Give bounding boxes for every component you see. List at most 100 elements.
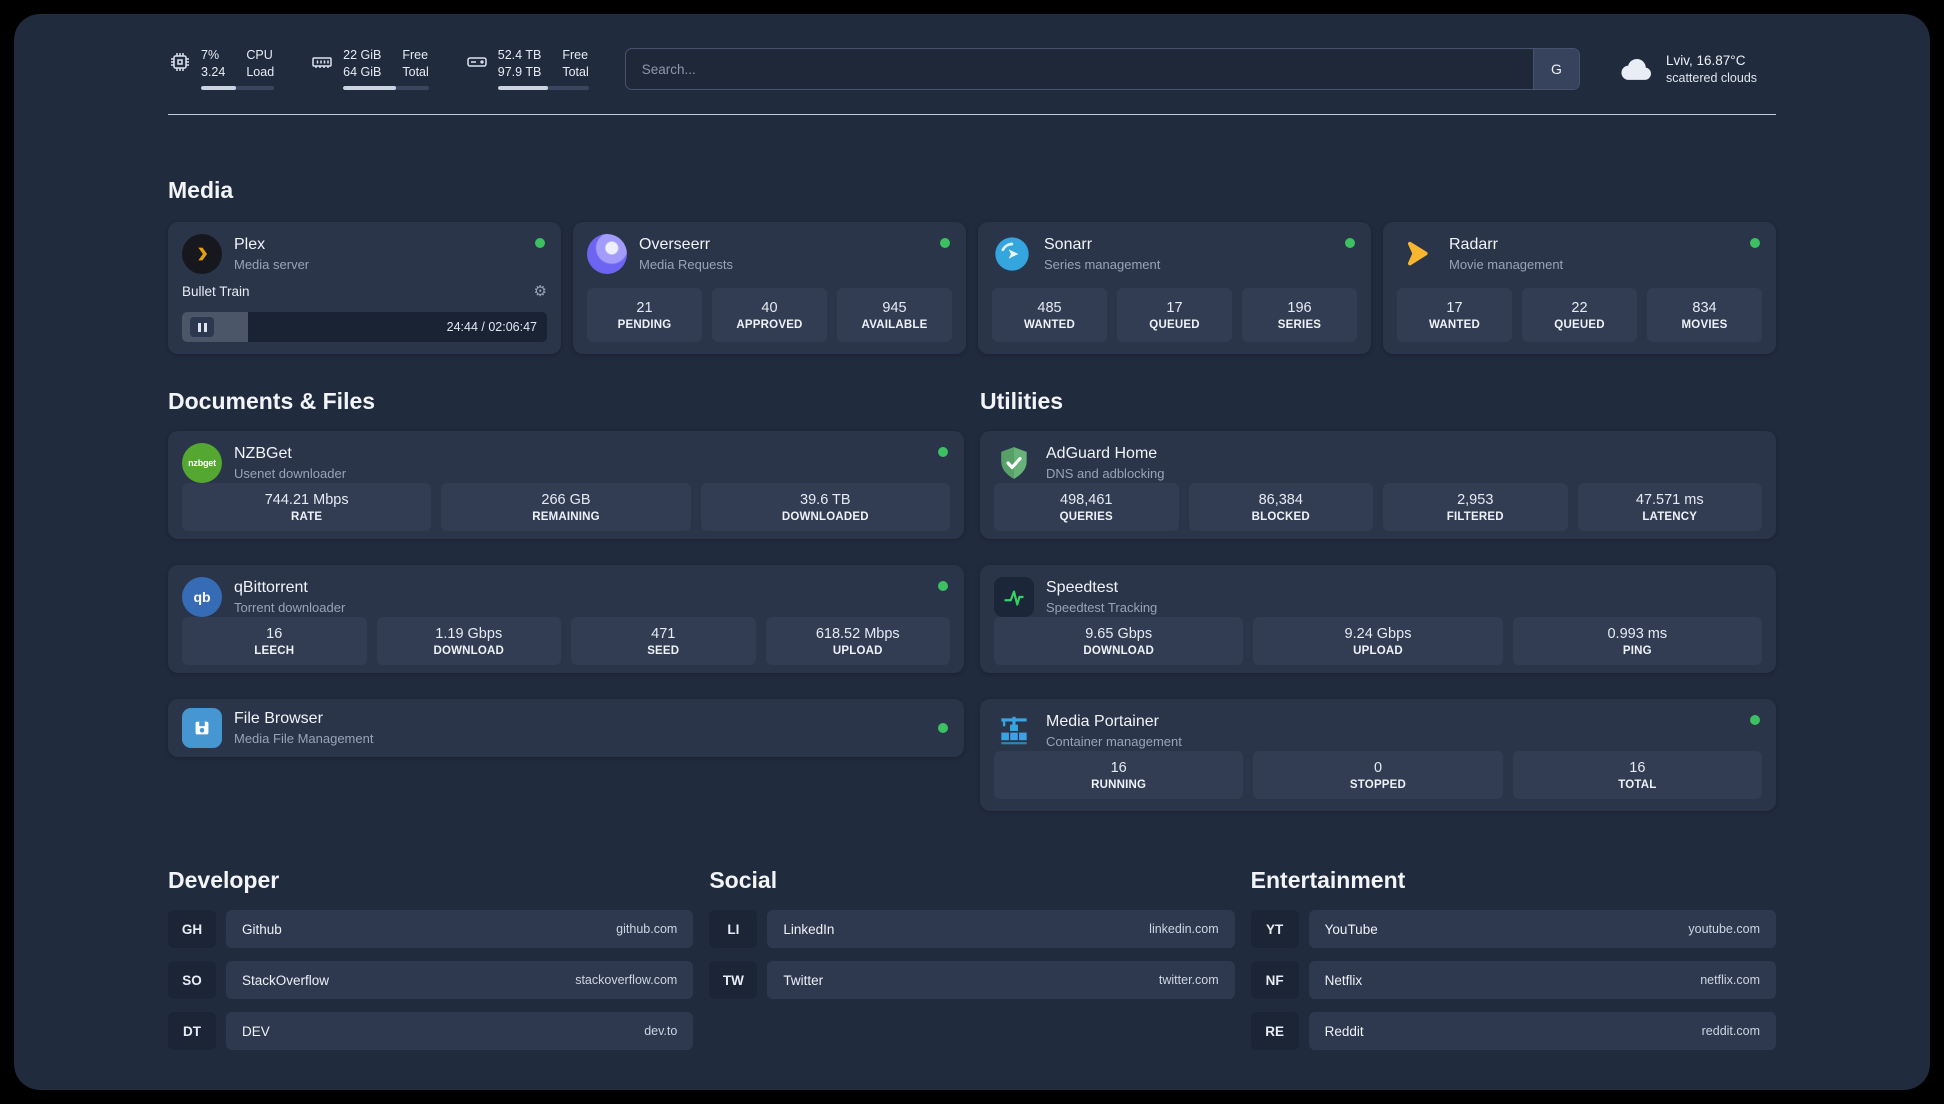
search-engine-button[interactable]: G (1533, 49, 1579, 89)
stat-value: 471 (651, 626, 676, 642)
app-title: AdGuard Home (1046, 445, 1158, 462)
filebrowser-icon (182, 708, 222, 748)
stat-label: SERIES (1277, 319, 1322, 331)
stat-value: 22 (1571, 300, 1588, 316)
stat-tile: 86,384 BLOCKED (1188, 483, 1373, 531)
portainer-card[interactable]: Media Portainer Container management 16 R… (980, 699, 1776, 811)
disk-usage-bar (497, 86, 589, 90)
app-title: Plex (234, 236, 266, 253)
stat-value: 40 (761, 300, 778, 316)
stat-value: 498,461 (1060, 492, 1113, 508)
stat-tile: 9.24 Gbps UPLOAD (1253, 617, 1503, 665)
app-subtitle: Media File Management (234, 731, 374, 746)
settings-gear-icon[interactable]: ⚙ (534, 284, 547, 299)
app-title: NZBGet (234, 445, 292, 462)
stat-label: STOPPED (1349, 779, 1407, 791)
app-title: Sonarr (1044, 236, 1093, 253)
nzbget-icon-text: nzbget (188, 458, 216, 468)
app-title: File Browser (234, 710, 323, 727)
nzbget-icon: nzbget (182, 443, 222, 483)
weather-condition: scattered clouds (1666, 71, 1758, 85)
stat-tile: 39.6 TB DOWNLOADED (700, 483, 950, 531)
stat-tile: 47.571 ms LATENCY (1577, 483, 1762, 531)
filebrowser-card[interactable]: File Browser Media File Management (168, 699, 964, 757)
stat-label: WANTED (1023, 319, 1076, 331)
disk-free-label: Free (562, 48, 589, 62)
weather-location: Lviv, 16.87°C (1666, 53, 1746, 68)
section-utilities: Utilities AdGuard Home DNS and adblockin… (980, 388, 1776, 811)
stat-label: QUEUED (1554, 319, 1605, 331)
overseerr-card[interactable]: Overseerr Media Requests 21 PENDING 40 APP… (573, 222, 966, 354)
search-input[interactable] (625, 49, 1533, 89)
overseerr-icon (587, 234, 627, 274)
stat-value: 266 GB (541, 492, 591, 508)
nzbget-card[interactable]: nzbget NZBGet Usenet downloader 744.21 M… (168, 431, 964, 539)
speedtest-card[interactable]: Speedtest Speedtest Tracking 9.65 Gbps DO… (980, 565, 1776, 673)
stat-label: UPLOAD (1353, 645, 1403, 657)
bookmark-name: DEV (242, 1023, 270, 1039)
bookmark-name: Netflix (1324, 972, 1363, 988)
qbittorrent-icon-text: qb (193, 589, 211, 605)
bookmark-abbr: YT (1250, 910, 1299, 948)
stat-value: 16 (266, 626, 283, 642)
bookmark-url: netflix.com (1700, 973, 1760, 987)
bookmark-name: YouTube (1324, 921, 1378, 937)
stat-label: DOWNLOADED (781, 511, 869, 523)
cpu-label: CPU (246, 48, 273, 62)
stat-label: DOWNLOAD (1083, 645, 1154, 657)
bookmark-netflix[interactable]: NF Netflix netflix.com (1250, 961, 1776, 999)
stat-value: 16 (1110, 760, 1127, 776)
sonarr-card[interactable]: Sonarr Series management 485 WANTED 17 QUE… (978, 222, 1371, 354)
stat-value: 21 (636, 300, 653, 316)
disk-free-value: 52.4 TB (497, 48, 542, 62)
stat-tile: 22 QUEUED (1522, 288, 1637, 342)
stat-tile: 16 RUNNING (994, 751, 1244, 799)
status-indicator (940, 238, 950, 248)
ram-total-label: Total (402, 65, 429, 79)
bookmark-stackoverflow[interactable]: SO StackOverflow stackoverflow.com (168, 961, 694, 999)
stat-label: WANTED (1428, 319, 1481, 331)
radarr-icon (1397, 234, 1437, 274)
app-subtitle: Container management (1046, 734, 1182, 749)
stat-label: LEECH (254, 645, 295, 657)
section-title-documents: Documents & Files (168, 388, 376, 414)
stat-value: 744.21 Mbps (264, 492, 349, 508)
stat-tile: 0 STOPPED (1253, 751, 1503, 799)
system-stats: 7% 3.24 CPU Load 22 GiB 64 GiB Free Tota… (168, 48, 589, 90)
bookmark-url: github.com (616, 922, 678, 936)
header-divider (168, 114, 1776, 115)
screen-frame: 7% 3.24 CPU Load 22 GiB 64 GiB Free Tota… (0, 0, 1944, 1104)
stat-value: 17 (1446, 300, 1463, 316)
stat-value: 618.52 Mbps (815, 626, 900, 642)
stat-tile: 17 WANTED (1397, 288, 1512, 342)
stat-label: TOTAL (1618, 779, 1657, 791)
stat-tile: 485 WANTED (992, 288, 1107, 342)
bookmark-twitter[interactable]: TW Twitter twitter.com (709, 961, 1235, 999)
bookmark-youtube[interactable]: YT YouTube youtube.com (1250, 910, 1776, 948)
stat-tile: 17 QUEUED (1117, 288, 1232, 342)
pause-button[interactable] (190, 317, 214, 337)
app-subtitle: Movie management (1449, 257, 1564, 272)
bookmark-reddit[interactable]: RE Reddit reddit.com (1250, 1012, 1776, 1050)
stat-value: 834 (1692, 300, 1717, 316)
stat-label: LATENCY (1642, 511, 1698, 523)
section-documents: Documents & Files nzbget NZBGet Usenet d… (168, 388, 964, 757)
plex-card[interactable]: Plex Media server Bullet Train ⚙ 24:44 /… (168, 222, 561, 354)
stat-value: 39.6 TB (800, 492, 851, 508)
app-subtitle: DNS and adblocking (1046, 466, 1165, 481)
bookmark-dev[interactable]: DT DEV dev.to (168, 1012, 694, 1050)
bookmark-github[interactable]: GH Github github.com (168, 910, 694, 948)
search-bar: G (624, 48, 1580, 90)
section-entertainment: Entertainment YT YouTube youtube.com NF N… (1250, 867, 1776, 1063)
status-indicator (1750, 715, 1760, 725)
playback-progress-bar[interactable]: 24:44 / 02:06:47 (182, 312, 547, 342)
stat-value: 16 (1629, 760, 1646, 776)
radarr-card[interactable]: Radarr Movie management 17 WANTED 22 QUEUE… (1383, 222, 1776, 354)
stat-value: 17 (1166, 300, 1183, 316)
app-title: Media Portainer (1046, 713, 1159, 730)
stat-label: MOVIES (1681, 319, 1728, 331)
ram-free-value: 22 GiB (343, 48, 382, 62)
qbittorrent-card[interactable]: qb qBittorrent Torrent downloader 16 LEEC… (168, 565, 964, 673)
bookmark-linkedin[interactable]: LI LinkedIn linkedin.com (709, 910, 1235, 948)
adguard-card[interactable]: AdGuard Home DNS and adblocking 498,461 Q… (980, 431, 1776, 539)
